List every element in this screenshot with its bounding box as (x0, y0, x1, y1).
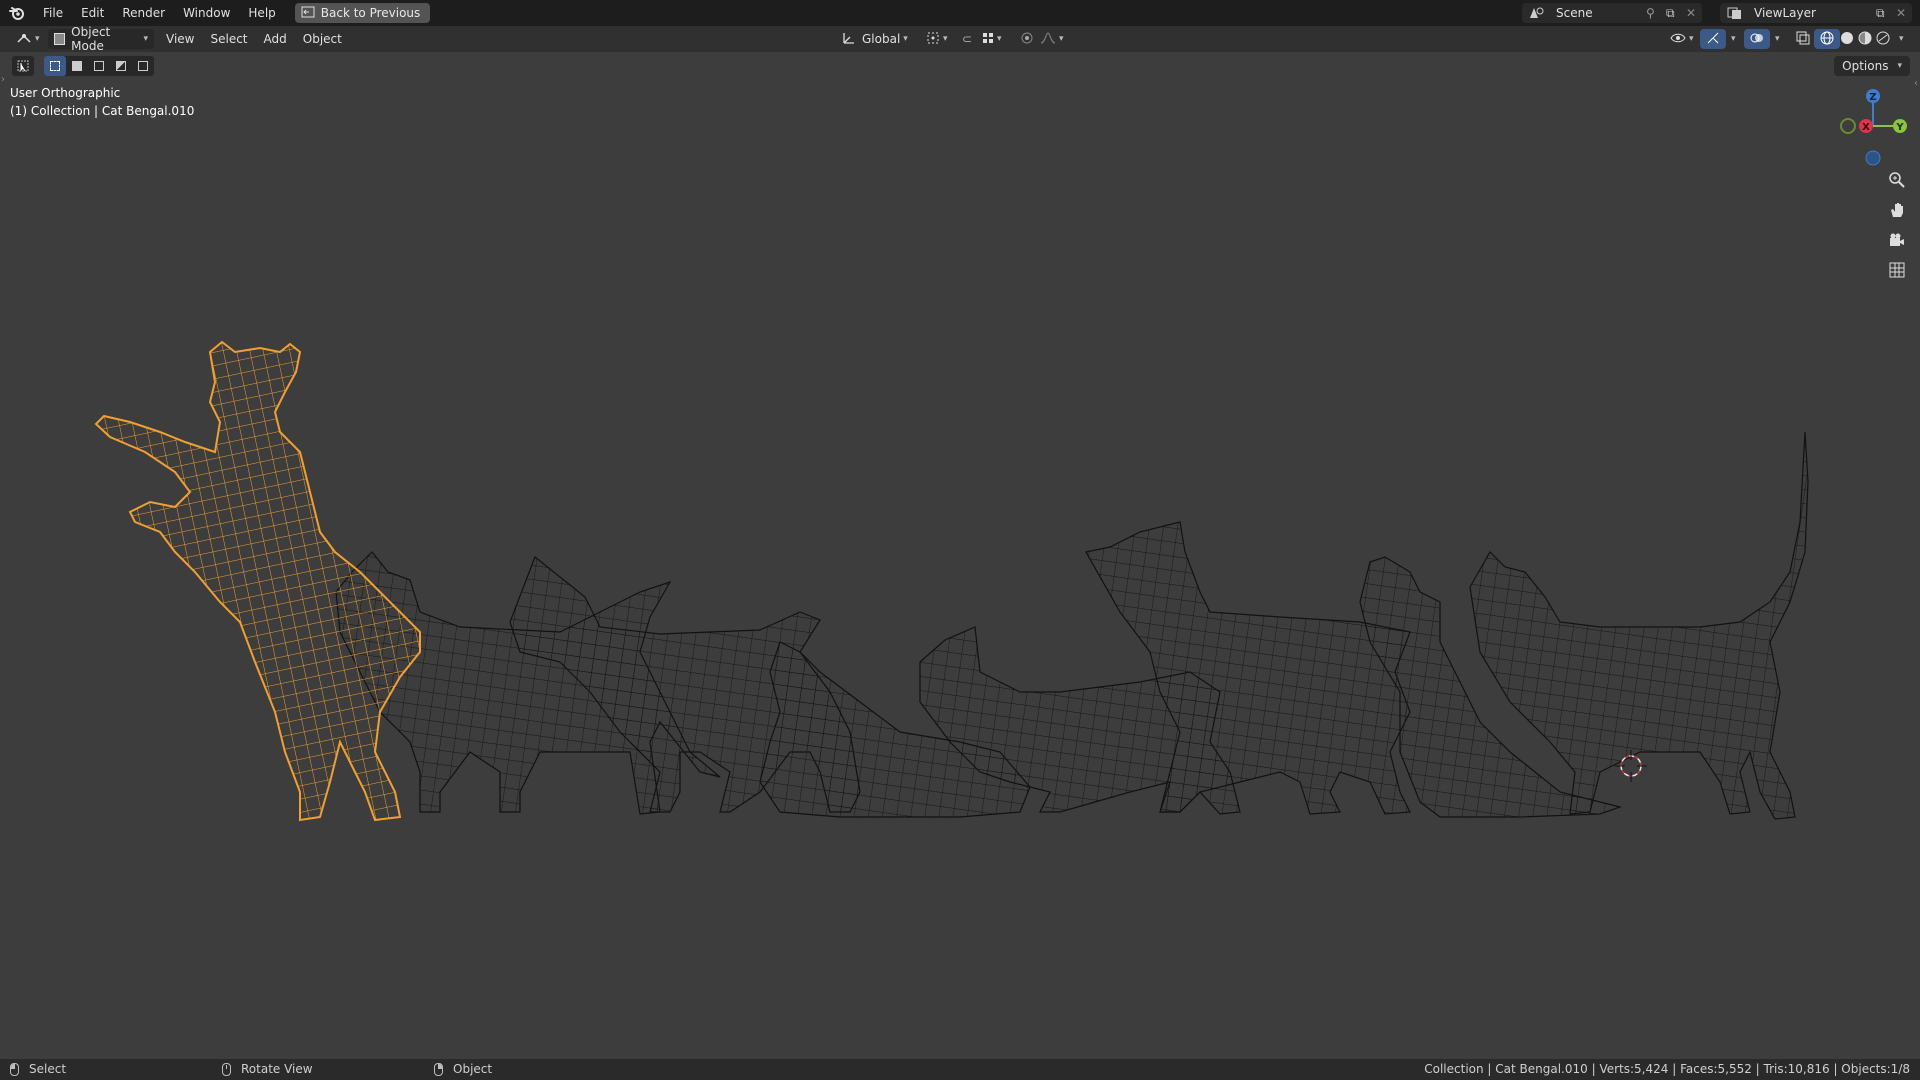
menu-file[interactable]: File (34, 0, 72, 26)
xray-toggle[interactable] (1790, 29, 1816, 49)
chevron-down-icon: ▾ (1689, 34, 1694, 44)
chevron-down-icon: ▾ (943, 34, 948, 44)
new-view-layer-icon[interactable]: ⧉ (1876, 6, 1896, 21)
chevron-down-icon: ▾ (997, 34, 1002, 44)
editor-type-icon (16, 31, 32, 48)
menu-render[interactable]: Render (113, 0, 174, 26)
pivot-point-dropdown[interactable]: ▾ (920, 29, 954, 49)
xray-icon (1796, 31, 1810, 48)
mode-label: Object Mode (71, 25, 111, 53)
back-icon (301, 6, 315, 21)
scene-name[interactable]: Scene (1552, 6, 1646, 20)
falloff-curve-icon (1040, 31, 1056, 47)
snap-toggle[interactable]: ⊂ (956, 29, 978, 49)
overlays-dropdown[interactable]: ▾ (1766, 29, 1786, 49)
wireframe-sphere-icon (1820, 31, 1834, 48)
proportional-edit-icon (1020, 31, 1034, 48)
select-menu[interactable]: Select (204, 29, 253, 49)
status-object-label: Object (453, 1062, 493, 1076)
snap-target-dropdown[interactable]: ▾ (976, 29, 1008, 49)
chevron-down-icon: ▾ (903, 34, 908, 44)
eye-icon (1670, 32, 1686, 47)
magnet-icon: ⊂ (962, 32, 973, 46)
top-menu-bar: File Edit Render Window Help Back to Pre… (0, 0, 1920, 26)
mode-dropdown[interactable]: Object Mode ▾ (48, 25, 154, 53)
orientation-icon (842, 31, 856, 48)
transform-orientation-dropdown[interactable]: Global ▾ (836, 29, 914, 49)
chevron-down-icon: ▾ (1731, 34, 1736, 44)
object-mode-icon (54, 33, 66, 45)
scene-statistics: Collection | Cat Bengal.010 | Verts:5,42… (1424, 1062, 1910, 1076)
mouse-middle-icon (222, 1062, 231, 1076)
view-layer-selector[interactable]: ViewLayer ⧉ ✕ (1720, 3, 1912, 23)
chevron-down-icon: ▾ (1775, 34, 1780, 44)
back-to-previous-label: Back to Previous (320, 6, 421, 20)
chevron-down-icon: ▾ (1899, 34, 1904, 44)
cat-wireframe-dark[interactable] (335, 431, 1809, 820)
view-layer-icon (1720, 6, 1750, 20)
chevron-down-icon: ▾ (35, 34, 40, 44)
status-rotate-label: Rotate View (241, 1062, 313, 1076)
overlays-icon (1750, 31, 1764, 48)
new-scene-icon[interactable]: ⧉ (1666, 6, 1686, 21)
editor-type-button[interactable]: ▾ (10, 29, 42, 49)
chevron-down-icon: ▾ (143, 34, 148, 44)
rendered-sphere-icon (1876, 31, 1890, 48)
blender-logo-icon[interactable] (0, 0, 34, 26)
scene-icon (1522, 6, 1552, 20)
view-menu[interactable]: View (160, 29, 200, 49)
proportional-falloff-dropdown[interactable]: ▾ (1034, 29, 1070, 49)
scene-selector[interactable]: Scene ⚲ ⧉ ✕ (1522, 3, 1702, 23)
status-bar: Select Rotate View Object Collection | C… (0, 1059, 1920, 1080)
shading-dropdown[interactable]: ▾ (1890, 29, 1910, 49)
gizmo-dropdown[interactable]: ▾ (1722, 29, 1742, 49)
visibility-dropdown[interactable]: ▾ (1664, 29, 1700, 49)
menu-help[interactable]: Help (239, 0, 284, 26)
pivot-icon (926, 31, 940, 48)
gizmo-icon (1706, 31, 1720, 48)
mouse-right-icon (434, 1062, 443, 1076)
status-object-hint: Object (434, 1062, 492, 1076)
status-rotate-hint: Rotate View (222, 1062, 313, 1076)
mouse-left-icon (10, 1062, 19, 1076)
chevron-down-icon: ▾ (1059, 34, 1064, 44)
snap-grid-icon (982, 32, 994, 47)
orientation-label: Global (862, 32, 901, 46)
menu-edit[interactable]: Edit (72, 0, 113, 26)
view-layer-name[interactable]: ViewLayer (1750, 6, 1876, 20)
object-menu[interactable]: Object (297, 29, 348, 49)
scene-canvas[interactable] (0, 52, 1920, 1059)
3d-viewport[interactable]: User Orthographic (1) Collection | Cat B… (0, 52, 1920, 1059)
delete-view-layer-icon[interactable]: ✕ (1896, 6, 1912, 20)
status-select-label: Select (29, 1062, 67, 1076)
add-menu[interactable]: Add (258, 29, 293, 49)
viewport-header: ▾ Object Mode ▾ View Select Add Object G… (0, 25, 1920, 53)
delete-scene-icon[interactable]: ✕ (1686, 6, 1702, 20)
back-to-previous-button[interactable]: Back to Previous (294, 3, 431, 23)
menu-window[interactable]: Window (174, 0, 239, 26)
pin-icon[interactable]: ⚲ (1646, 6, 1666, 20)
status-select-hint: Select (10, 1062, 66, 1076)
